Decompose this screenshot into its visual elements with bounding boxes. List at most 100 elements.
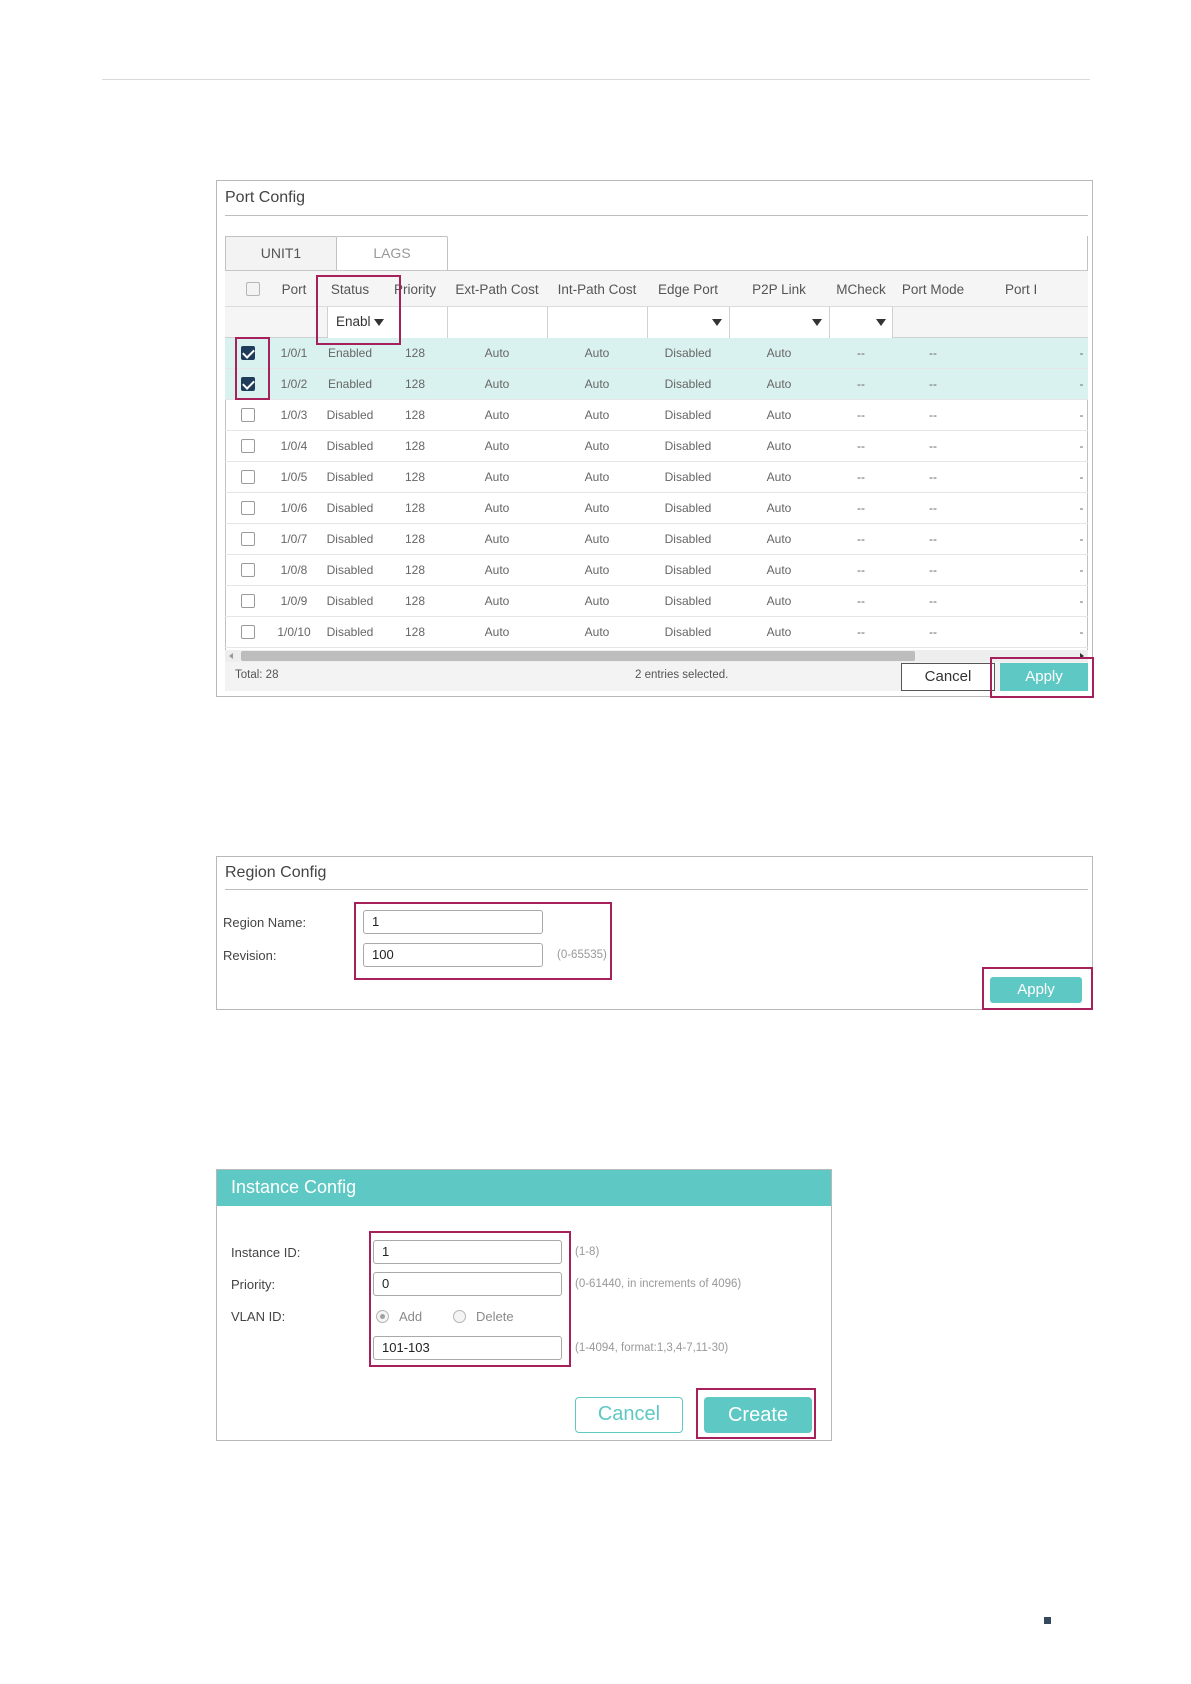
cell-mcheck: -- (857, 470, 865, 484)
row-checkbox[interactable] (241, 346, 255, 360)
priority-label: Priority: (231, 1277, 276, 1292)
vlan-id-input[interactable]: 101-103 (373, 1336, 562, 1360)
apply-button[interactable]: Apply (1000, 663, 1088, 691)
add-radio[interactable] (376, 1310, 389, 1323)
cell-int: Auto (584, 377, 610, 391)
cell-priority: 128 (404, 594, 426, 608)
ext-path-cost-filter-input[interactable] (447, 307, 547, 338)
table-header: Port Status Priority Ext-Path Cost Int-P… (225, 270, 1088, 307)
mcheck-filter-select[interactable] (829, 307, 893, 338)
cell-priority: 128 (404, 346, 426, 360)
status-filter-select[interactable]: Enabl (327, 307, 391, 338)
cell-ext: Auto (484, 532, 510, 546)
region-name-input[interactable]: 1 (363, 910, 543, 934)
cell-mcheck: -- (857, 532, 865, 546)
cell-edge: Disabled (664, 377, 712, 391)
instance-config-panel: Instance Config Instance ID: 1 (1-8) Pri… (216, 1169, 832, 1441)
col-ext-path-cost: Ext-Path Cost (455, 282, 539, 297)
table-row[interactable]: 1/0/2 Enabled 128 Auto Auto Disabled Auto -- -- - (225, 369, 1088, 400)
instance-id-hint: (1-8) (575, 1246, 600, 1258)
port-config-panel: Port Config UNIT1 LAGS Port Status Prior… (216, 180, 1093, 697)
cell-priority: 128 (404, 470, 426, 484)
row-checkbox[interactable] (241, 408, 255, 422)
create-button[interactable]: Create (704, 1397, 812, 1433)
cell-ext: Auto (484, 563, 510, 577)
row-checkbox[interactable] (241, 377, 255, 391)
chevron-down-icon (876, 319, 886, 326)
col-port-more: Port I (1005, 282, 1038, 297)
add-radio-label: Add (399, 1309, 423, 1324)
cell-priority: 128 (404, 377, 426, 391)
cell-mcheck: -- (857, 501, 865, 515)
cell-ext: Auto (484, 346, 510, 360)
cell-ext: Auto (484, 470, 510, 484)
table-row[interactable]: 1/0/10 Disabled 128 Auto Auto Disabled Auto -- -… (225, 617, 1088, 648)
p2p-link-filter-select[interactable] (729, 307, 829, 338)
cell-mcheck: -- (857, 346, 865, 360)
row-checkbox[interactable] (241, 563, 255, 577)
cell-status: Disabled (326, 439, 374, 453)
apply-button[interactable]: Apply (990, 977, 1082, 1003)
cancel-button[interactable]: Cancel (575, 1397, 683, 1433)
row-checkbox[interactable] (241, 625, 255, 639)
chevron-down-icon (374, 319, 384, 326)
tab-unit1[interactable]: UNIT1 (225, 236, 337, 270)
table-row[interactable]: 1/0/6 Disabled 128 Auto Auto Disabled Auto -- --… (225, 493, 1088, 524)
cell-mcheck: -- (857, 563, 865, 577)
cell-more: - (1079, 377, 1084, 391)
table-row[interactable]: 1/0/3 Disabled 128 Auto Auto Disabled Auto -- --… (225, 400, 1088, 431)
page-marker (1044, 1617, 1051, 1624)
scroll-thumb[interactable] (241, 651, 915, 661)
delete-radio-label: Delete (476, 1309, 514, 1324)
row-checkbox[interactable] (241, 532, 255, 546)
cell-int: Auto (584, 439, 610, 453)
col-priority: Priority (393, 282, 436, 297)
cell-more: - (1079, 501, 1084, 515)
table-row[interactable]: 1/0/1 Enabled 128 Auto Auto Disabled Auto -- -- - (225, 338, 1088, 369)
table-row[interactable]: 1/0/4 Disabled 128 Auto Auto Disabled Auto -- --… (225, 431, 1088, 462)
row-checkbox[interactable] (241, 594, 255, 608)
cell-more: - (1079, 439, 1084, 453)
cell-p2p: Auto (766, 501, 792, 515)
table-row[interactable]: 1/0/8 Disabled 128 Auto Auto Disabled Auto -- --… (225, 555, 1088, 586)
cell-port: 1/0/8 (280, 563, 308, 577)
instance-id-input[interactable]: 1 (373, 1240, 562, 1264)
cell-mcheck: -- (857, 439, 865, 453)
horizontal-scrollbar[interactable] (225, 650, 1088, 662)
status-filter-value: Enabl (336, 314, 371, 329)
cell-int: Auto (584, 594, 610, 608)
chevron-down-icon (712, 319, 722, 326)
row-checkbox[interactable] (241, 501, 255, 515)
cell-status: Disabled (326, 594, 374, 608)
cell-status: Enabled (327, 346, 373, 360)
cell-mode: -- (929, 594, 937, 608)
cell-p2p: Auto (766, 625, 792, 639)
tab-lags[interactable]: LAGS (336, 236, 448, 270)
scroll-left-icon[interactable] (229, 653, 233, 659)
cell-port: 1/0/3 (280, 408, 308, 422)
priority-input[interactable]: 0 (373, 1272, 562, 1296)
row-checkbox[interactable] (241, 439, 255, 453)
revision-input[interactable]: 100 (363, 943, 543, 967)
cell-mode: -- (929, 563, 937, 577)
cell-edge: Disabled (664, 470, 712, 484)
table-row[interactable]: 1/0/5 Disabled 128 Auto Auto Disabled Auto -- --… (225, 462, 1088, 493)
table-row[interactable]: 1/0/7 Disabled 128 Auto Auto Disabled Auto -- --… (225, 524, 1088, 555)
edge-port-filter-select[interactable] (647, 307, 729, 338)
col-port-mode: Port Mode (901, 282, 965, 297)
table-row[interactable]: 1/0/9 Disabled 128 Auto Auto Disabled Auto -- --… (225, 586, 1088, 617)
cancel-button[interactable]: Cancel (901, 663, 995, 691)
cell-mode: -- (929, 501, 937, 515)
cell-mode: -- (929, 470, 937, 484)
cell-status: Disabled (326, 625, 374, 639)
scroll-right-icon[interactable] (1080, 653, 1084, 659)
delete-radio[interactable] (453, 1310, 466, 1323)
int-path-cost-filter-input[interactable] (547, 307, 647, 338)
cell-mcheck: -- (857, 594, 865, 608)
region-config-title: Region Config (225, 864, 327, 881)
select-all-checkbox[interactable] (246, 282, 260, 296)
priority-filter-input[interactable] (391, 307, 447, 338)
cell-int: Auto (584, 625, 610, 639)
cell-int: Auto (584, 501, 610, 515)
row-checkbox[interactable] (241, 470, 255, 484)
